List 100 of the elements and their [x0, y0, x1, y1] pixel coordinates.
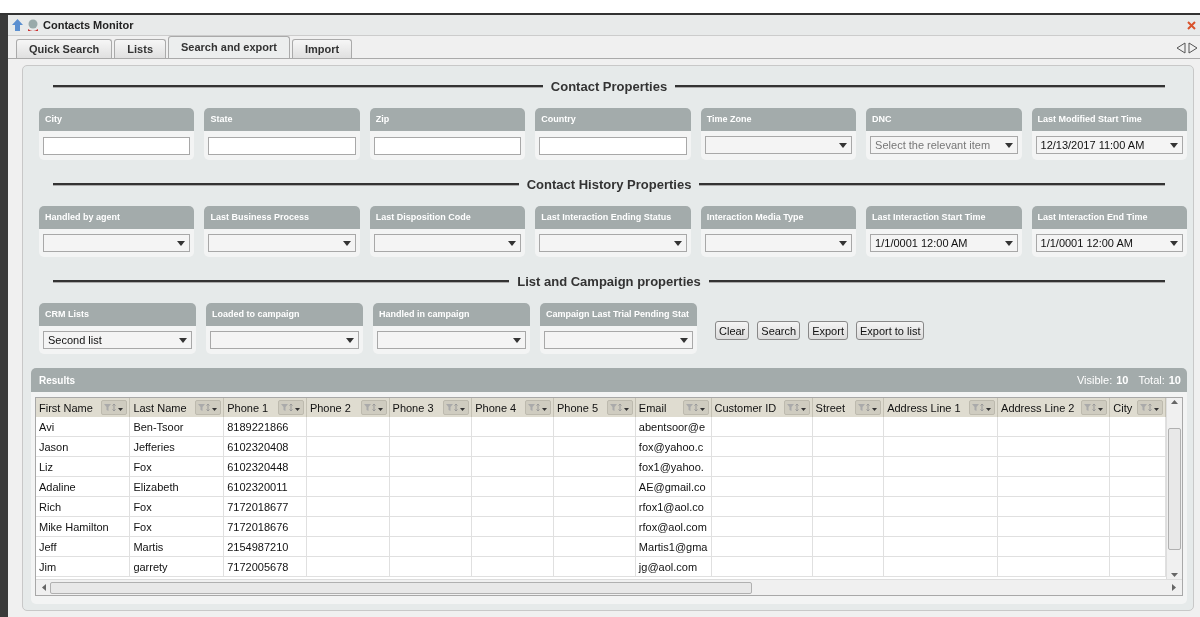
filter-sort-icon[interactable] — [525, 400, 552, 415]
dropdown-field[interactable] — [539, 234, 687, 252]
table-cell: garrety — [133, 560, 168, 573]
left-arrow-icon[interactable] — [42, 584, 46, 591]
table-cell: Mike Hamilton — [39, 520, 109, 533]
action-button[interactable]: Clear — [715, 321, 750, 340]
field-label: Handled by agent — [39, 206, 195, 229]
tab[interactable]: Quick Search — [16, 39, 113, 58]
column-header: Phone 1 — [227, 401, 269, 414]
field-label: Last Interaction Ending Status — [535, 206, 691, 229]
field-label: Interaction Media Type — [700, 206, 857, 229]
filter-sort-icon[interactable] — [195, 400, 222, 415]
table-cell: 6102320011 — [227, 480, 288, 493]
table-cell: Martis1@gma — [638, 540, 708, 553]
column-header: First Name — [39, 401, 93, 414]
dropdown-field[interactable]: 1/1/0001 12:00 AM — [1035, 234, 1183, 252]
field-label: City — [39, 108, 195, 131]
field-label: CRM Lists — [39, 303, 196, 326]
text-field[interactable] — [539, 137, 687, 155]
text-field[interactable] — [43, 137, 191, 155]
table-cell: Jeff — [39, 540, 57, 553]
table-cell: rfox@aol.com — [638, 520, 707, 533]
field-label: Last Business Process — [204, 206, 360, 229]
text-field[interactable] — [208, 137, 356, 155]
dropdown-field[interactable] — [377, 331, 526, 349]
field-label: Time Zone — [700, 108, 857, 131]
column-header: Customer ID — [714, 401, 777, 414]
filter-sort-icon[interactable] — [606, 400, 633, 415]
column-header: Phone 5 — [557, 401, 598, 414]
action-button[interactable]: Export to list — [855, 321, 925, 340]
table-cell: Ben-Tsoor — [133, 420, 184, 433]
table-cell: 6102320448 — [227, 460, 289, 473]
window-title: Contacts Monitor — [43, 19, 134, 31]
down-arrow-icon[interactable] — [1171, 573, 1178, 577]
table-cell: Jim — [39, 560, 57, 573]
dropdown-field[interactable] — [43, 234, 191, 252]
field-label: State — [204, 108, 360, 131]
table-cell: Adaline — [39, 480, 76, 493]
right-arrow-icon[interactable] — [1172, 584, 1176, 591]
table-cell: Liz — [39, 460, 54, 473]
caret-icon — [508, 240, 517, 246]
field-label: Last Disposition Code — [369, 206, 526, 229]
table-cell: fox@yahoo.c — [638, 440, 704, 453]
field-label: Country — [535, 108, 691, 131]
field-label: Last Modified Start Time — [1031, 108, 1187, 131]
table-cell: jg@aol.com — [638, 560, 698, 573]
filter-sort-icon[interactable] — [443, 400, 470, 415]
dropdown-field[interactable] — [544, 331, 693, 349]
table-cell: Fox — [133, 460, 152, 473]
filter-sort-icon[interactable] — [969, 400, 996, 415]
column-header: City — [1113, 401, 1133, 414]
close-icon[interactable] — [1187, 20, 1196, 30]
table-cell: 7172005678 — [227, 560, 289, 573]
dropdown-field[interactable]: 12/13/2017 11:00 AM — [1035, 136, 1183, 154]
dropdown-field[interactable] — [704, 234, 853, 252]
dropdown-field[interactable]: Select the relevant item — [870, 136, 1018, 154]
table-cell: Martis — [133, 540, 164, 553]
dropdown-field[interactable]: 1/1/0001 12:00 AM — [870, 234, 1018, 252]
text-field[interactable] — [373, 137, 522, 155]
field-label: Campaign Last Trial Pending Stat — [540, 303, 697, 326]
panel-title: Results — [39, 374, 76, 386]
table-cell: fox1@yahoo. — [638, 460, 704, 473]
table-cell: Fox — [133, 520, 152, 533]
tab[interactable]: Import — [292, 39, 353, 58]
dropdown-field[interactable]: Second list — [43, 331, 192, 349]
filter-sort-icon[interactable] — [783, 400, 810, 415]
filter-sort-icon[interactable] — [1081, 400, 1108, 415]
count-label: Visible: — [1076, 374, 1113, 386]
field-label: Loaded to campaign — [206, 303, 363, 326]
action-button[interactable]: Export — [808, 321, 848, 340]
filter-sort-icon[interactable] — [855, 400, 882, 415]
filter-sort-icon[interactable] — [1137, 400, 1163, 415]
up-arrow-icon[interactable] — [1171, 400, 1178, 404]
tab[interactable]: Search and export — [168, 36, 290, 58]
table-cell: Jefferies — [133, 440, 175, 453]
scroll-arrows-icon[interactable] — [1176, 42, 1198, 54]
dropdown-field[interactable] — [210, 331, 359, 349]
tab[interactable]: Lists — [114, 39, 166, 58]
field-label: DNC — [866, 108, 1022, 131]
filter-sort-icon[interactable] — [682, 400, 709, 415]
table-cell: Fox — [133, 500, 152, 513]
dropdown-field[interactable] — [208, 234, 356, 252]
column-header: Address Line 1 — [887, 401, 961, 414]
field-label: Zip — [369, 108, 526, 131]
filter-sort-icon[interactable] — [101, 400, 128, 415]
vertical-scrollbar[interactable] — [1166, 398, 1182, 579]
dropdown-field[interactable] — [373, 234, 522, 252]
home-icon — [12, 19, 23, 31]
filter-sort-icon[interactable] — [277, 400, 304, 415]
section-heading: List and Campaign properties — [517, 273, 701, 289]
field-label: Last Interaction End Time — [1031, 206, 1187, 229]
horizontal-scrollbar[interactable] — [36, 579, 1182, 595]
table-cell: 6102320408 — [227, 440, 289, 453]
caret-icon — [179, 337, 187, 343]
table-cell: Jason — [39, 440, 69, 453]
caret-icon — [346, 337, 354, 343]
table-cell: abentsoor@e — [638, 420, 706, 433]
action-button[interactable]: Search — [757, 321, 801, 340]
filter-sort-icon[interactable] — [360, 400, 387, 415]
dropdown-field[interactable] — [704, 136, 853, 154]
